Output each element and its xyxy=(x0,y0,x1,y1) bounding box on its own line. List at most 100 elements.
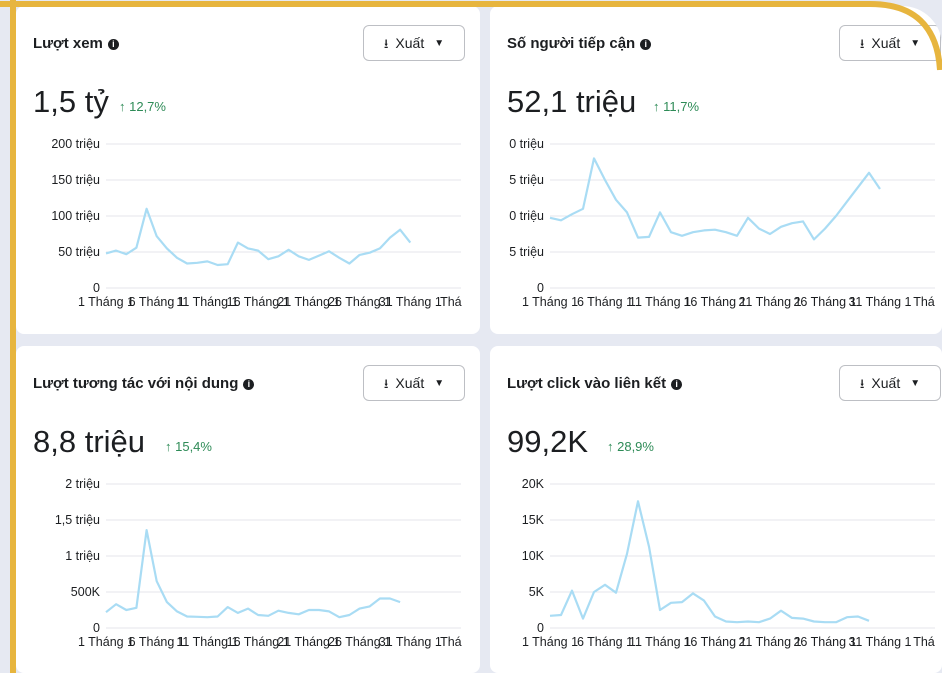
data-point[interactable] xyxy=(713,614,717,618)
data-point[interactable] xyxy=(856,614,860,618)
data-point[interactable] xyxy=(735,234,739,238)
data-point[interactable] xyxy=(307,608,311,612)
data-point[interactable] xyxy=(867,619,871,623)
data-point[interactable] xyxy=(801,219,805,223)
data-point[interactable] xyxy=(368,251,372,255)
data-point[interactable] xyxy=(155,579,159,583)
data-point[interactable] xyxy=(266,614,270,618)
data-point[interactable] xyxy=(669,230,673,234)
data-point[interactable] xyxy=(297,254,301,258)
data-point[interactable] xyxy=(702,599,706,603)
data-point[interactable] xyxy=(266,257,270,261)
data-point[interactable] xyxy=(368,604,372,608)
data-point[interactable] xyxy=(378,246,382,250)
data-point[interactable] xyxy=(317,254,321,258)
data-point[interactable] xyxy=(388,236,392,240)
data-point[interactable] xyxy=(256,249,260,253)
data-point[interactable] xyxy=(165,600,169,604)
data-point[interactable] xyxy=(256,613,260,617)
data-point[interactable] xyxy=(114,249,118,253)
data-point[interactable] xyxy=(195,261,199,265)
data-point[interactable] xyxy=(713,228,717,232)
data-point[interactable] xyxy=(104,610,108,614)
data-point[interactable] xyxy=(592,590,596,594)
data-point[interactable] xyxy=(570,589,574,593)
data-point[interactable] xyxy=(801,617,805,621)
data-point[interactable] xyxy=(246,607,250,611)
data-point[interactable] xyxy=(647,545,651,549)
data-point[interactable] xyxy=(603,178,607,182)
data-point[interactable] xyxy=(680,234,684,238)
data-point[interactable] xyxy=(195,615,199,619)
data-point[interactable] xyxy=(145,528,149,532)
data-point[interactable] xyxy=(614,198,618,202)
data-point[interactable] xyxy=(779,609,783,613)
data-point[interactable] xyxy=(812,620,816,624)
data-point[interactable] xyxy=(790,221,794,225)
data-point[interactable] xyxy=(614,591,618,595)
data-point[interactable] xyxy=(812,237,816,241)
data-point[interactable] xyxy=(185,262,189,266)
data-point[interactable] xyxy=(114,602,118,606)
data-point[interactable] xyxy=(175,609,179,613)
data-point[interactable] xyxy=(867,171,871,175)
data-point[interactable] xyxy=(603,583,607,587)
data-point[interactable] xyxy=(124,608,128,612)
data-point[interactable] xyxy=(669,601,673,605)
data-point[interactable] xyxy=(878,187,882,191)
data-point[interactable] xyxy=(625,210,629,214)
data-point[interactable] xyxy=(680,600,684,604)
data-point[interactable] xyxy=(216,614,220,618)
data-point[interactable] xyxy=(327,609,331,613)
data-point[interactable] xyxy=(124,252,128,256)
data-point[interactable] xyxy=(757,620,761,624)
data-point[interactable] xyxy=(236,611,240,615)
data-point[interactable] xyxy=(647,235,651,239)
data-point[interactable] xyxy=(287,611,291,615)
data-point[interactable] xyxy=(216,263,220,267)
data-point[interactable] xyxy=(287,248,291,252)
data-point[interactable] xyxy=(358,253,362,257)
data-point[interactable] xyxy=(175,256,179,260)
data-point[interactable] xyxy=(398,600,402,604)
data-point[interactable] xyxy=(823,620,827,624)
data-point[interactable] xyxy=(408,241,412,245)
data-point[interactable] xyxy=(658,608,662,612)
data-point[interactable] xyxy=(134,606,138,610)
data-point[interactable] xyxy=(823,227,827,231)
data-point[interactable] xyxy=(834,620,838,624)
data-point[interactable] xyxy=(337,615,341,619)
data-point[interactable] xyxy=(834,214,838,218)
data-point[interactable] xyxy=(276,609,280,613)
data-point[interactable] xyxy=(768,232,772,236)
data-point[interactable] xyxy=(155,234,159,238)
data-point[interactable] xyxy=(185,614,189,618)
data-point[interactable] xyxy=(236,241,240,245)
data-point[interactable] xyxy=(581,617,585,621)
data-point[interactable] xyxy=(276,254,280,258)
data-point[interactable] xyxy=(165,246,169,250)
data-point[interactable] xyxy=(691,230,695,234)
data-point[interactable] xyxy=(636,236,640,240)
data-point[interactable] xyxy=(559,218,563,222)
data-point[interactable] xyxy=(845,615,849,619)
data-point[interactable] xyxy=(845,200,849,204)
data-point[interactable] xyxy=(724,230,728,234)
data-point[interactable] xyxy=(625,552,629,556)
data-point[interactable] xyxy=(104,251,108,255)
data-point[interactable] xyxy=(636,499,640,503)
data-point[interactable] xyxy=(559,613,563,617)
data-point[interactable] xyxy=(307,258,311,262)
data-point[interactable] xyxy=(702,228,706,232)
data-point[interactable] xyxy=(378,596,382,600)
data-point[interactable] xyxy=(724,620,728,624)
data-point[interactable] xyxy=(581,207,585,211)
data-point[interactable] xyxy=(347,613,351,617)
data-point[interactable] xyxy=(297,612,301,616)
data-point[interactable] xyxy=(358,607,362,611)
data-point[interactable] xyxy=(570,212,574,216)
data-point[interactable] xyxy=(856,185,860,189)
data-point[interactable] xyxy=(327,249,331,253)
data-point[interactable] xyxy=(347,262,351,266)
data-point[interactable] xyxy=(658,210,662,214)
